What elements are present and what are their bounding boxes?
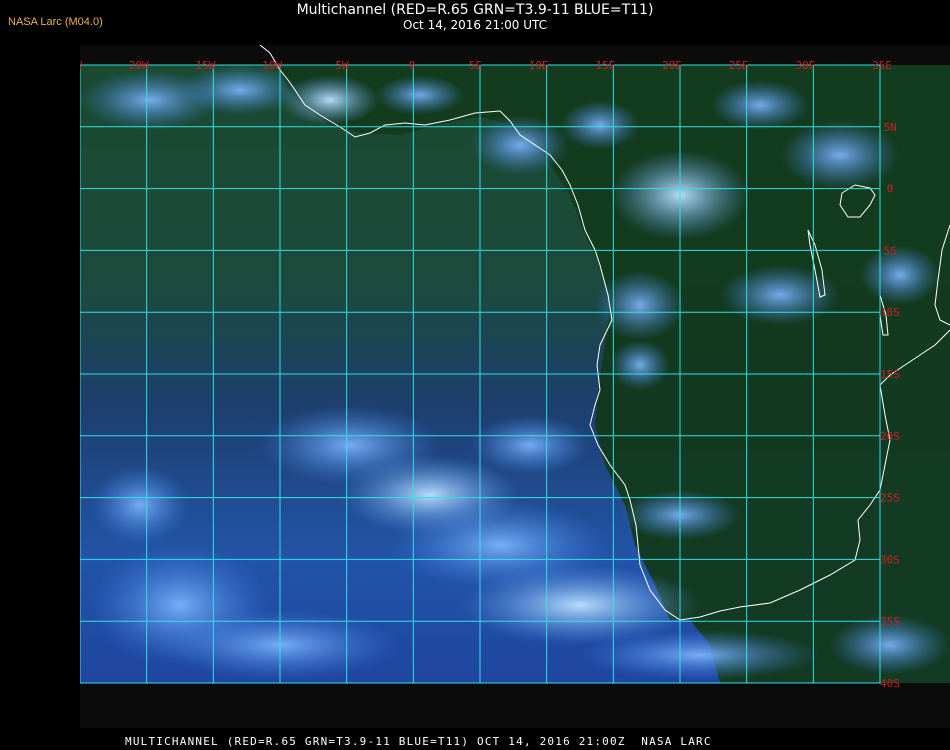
latitude-label: 15S	[880, 368, 900, 381]
page-title: Multichannel (RED=R.65 GRN=T3.9-11 BLUE=…	[296, 2, 654, 18]
longitude-label: 25E	[729, 59, 749, 72]
longitude-label: 15E	[595, 59, 615, 72]
latitude-label: 5S	[883, 244, 896, 257]
longitude-label: 20W	[129, 59, 149, 72]
longitude-label: 0	[409, 59, 416, 72]
longitude-label: 20E	[662, 59, 682, 72]
longitude-label: 30E	[795, 59, 815, 72]
satellite-map: 25W20W15W10W5W05E10E15E20E25E30E35E 5N05…	[80, 45, 950, 728]
longitude-label: 35E	[872, 59, 892, 72]
latitude-label: 0	[887, 183, 894, 196]
satellite-image-svg: 25W20W15W10W5W05E10E15E20E25E30E35E 5N05…	[80, 45, 950, 728]
longitude-label: 10E	[529, 59, 549, 72]
longitude-label: 5W	[335, 59, 349, 72]
latitude-label: 20S	[880, 430, 900, 443]
latitude-label: 30S	[880, 553, 900, 566]
longitude-label: 10W	[262, 59, 282, 72]
latitude-label: 35S	[880, 615, 900, 628]
latitude-label: 40S	[880, 677, 900, 690]
latitude-label: 5N	[883, 121, 896, 134]
latitude-label: 10S	[880, 306, 900, 319]
page-subtitle: Oct 14, 2016 21:00 UTC	[403, 18, 547, 32]
longitude-label: 15W	[195, 59, 215, 72]
longitude-label: 5E	[469, 59, 482, 72]
latitude-label: 25S	[880, 492, 900, 505]
footer-caption: MULTICHANNEL (RED=R.65 GRN=T3.9-11 BLUE=…	[125, 735, 712, 748]
